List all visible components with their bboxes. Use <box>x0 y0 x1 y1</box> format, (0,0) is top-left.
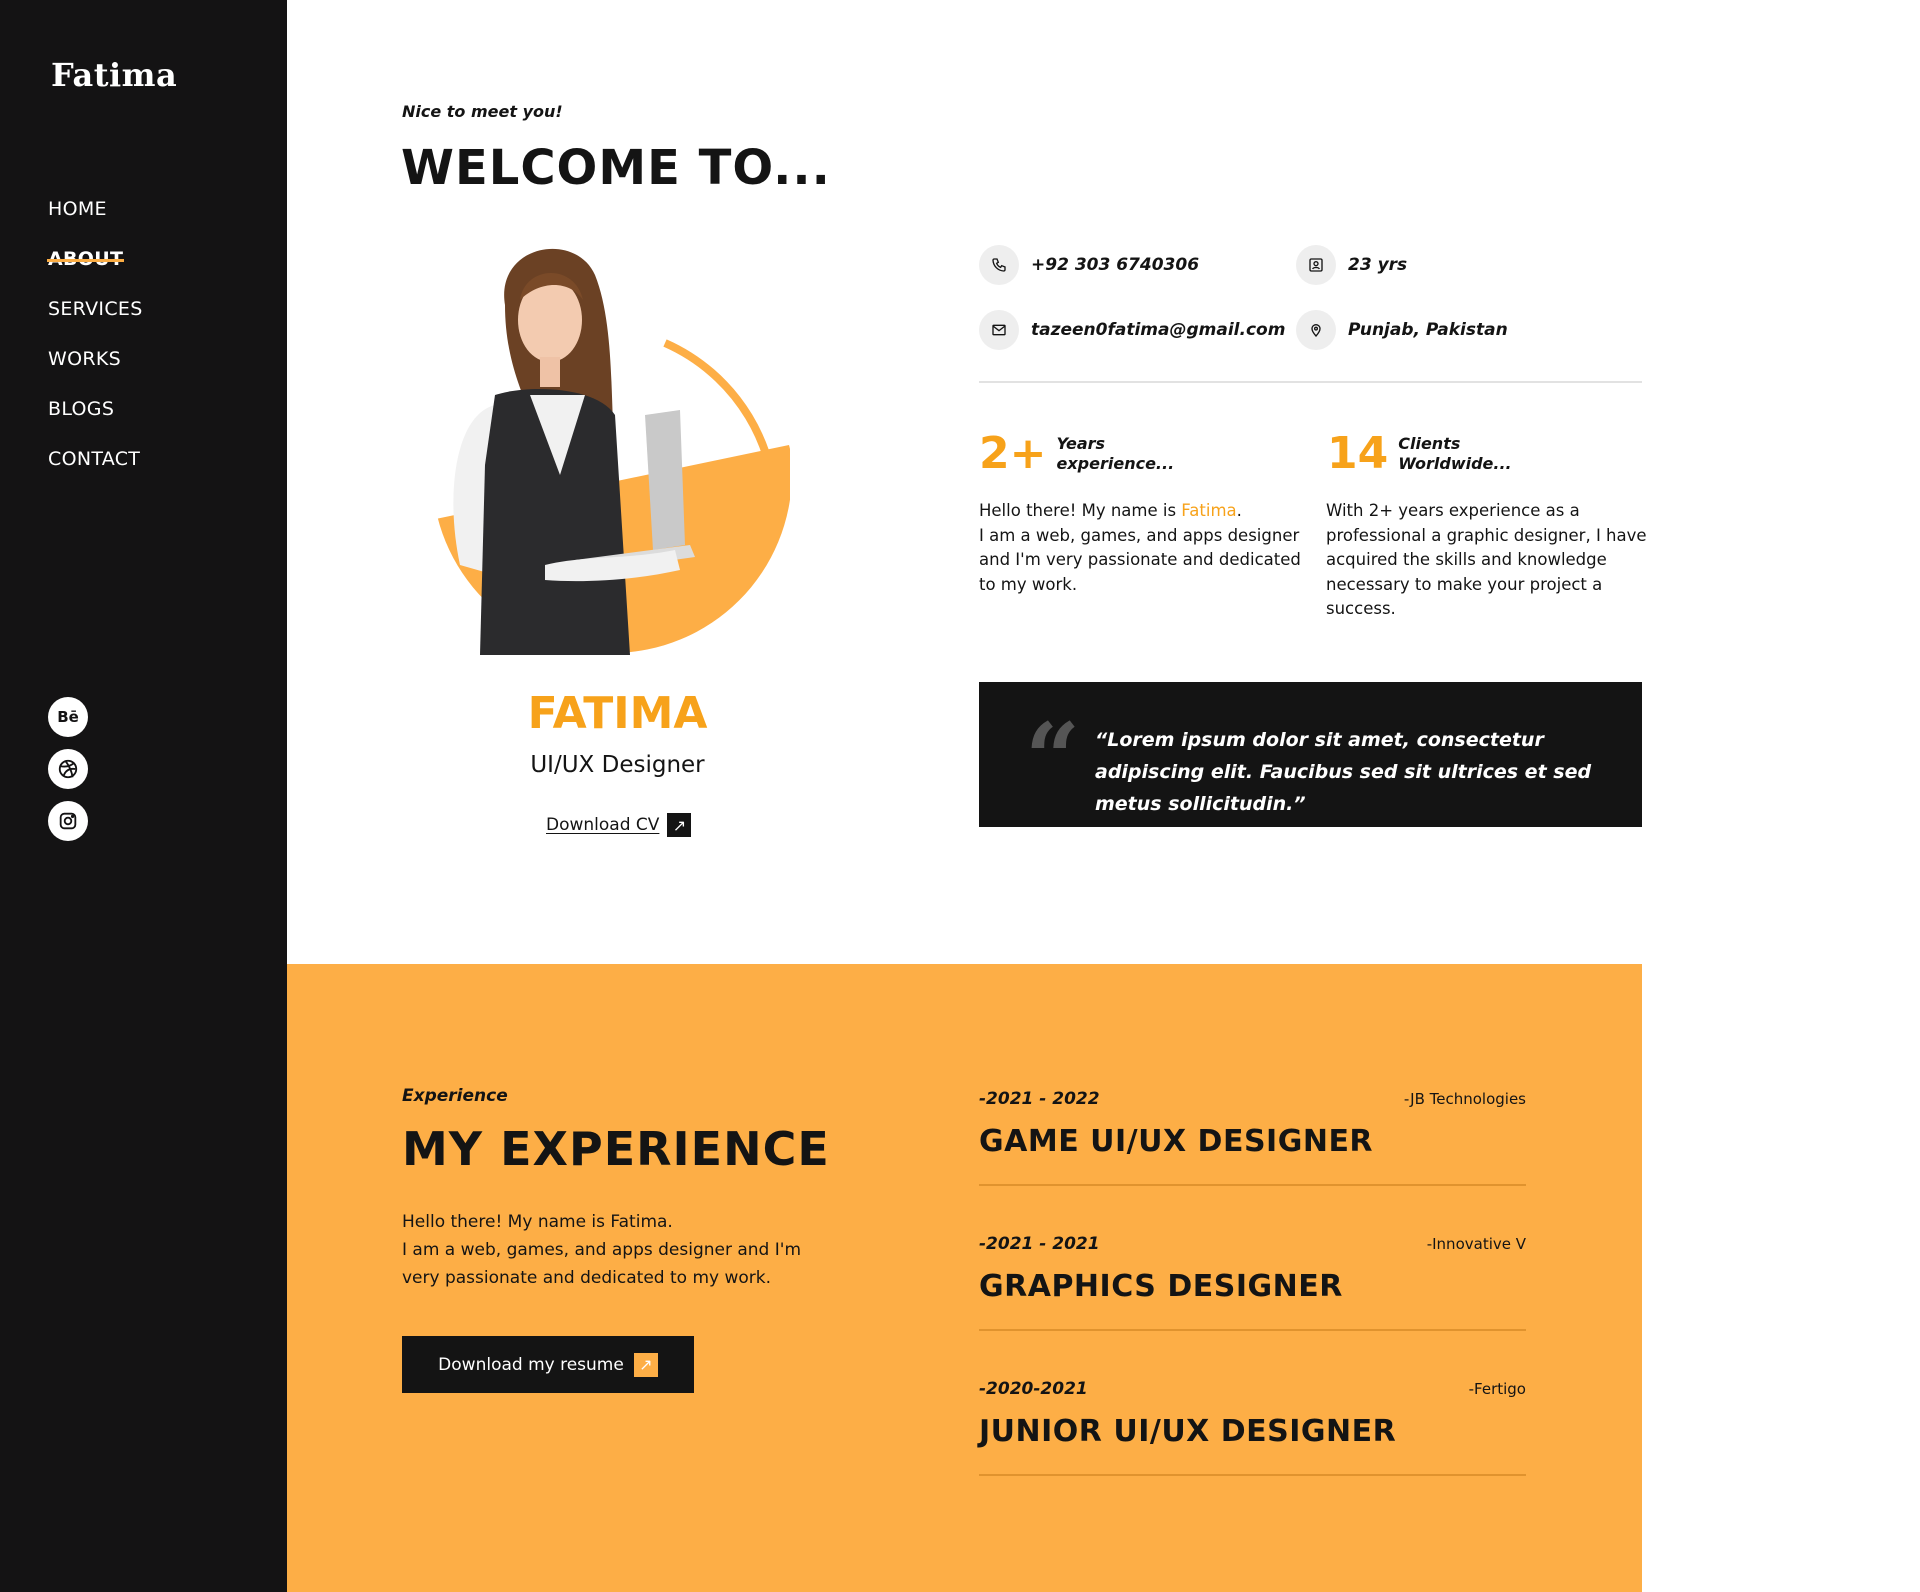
job-title: GAME UI/UX DESIGNER <box>979 1124 1374 1159</box>
arrow-up-right-icon: ↗ <box>633 1352 658 1377</box>
experience-heading: MY EXPERIENCE <box>402 1122 830 1176</box>
profile-role: UI/UX Designer <box>530 752 705 778</box>
phone-icon <box>979 245 1019 285</box>
job-item: -2021 - 2022 -JB Technologies GAME UI/UX… <box>979 1070 1526 1186</box>
job-item: -2020-2021 -Fertigo JUNIOR UI/UX DESIGNE… <box>979 1360 1526 1476</box>
nav-item-works[interactable]: WORKS <box>48 348 143 398</box>
bio-left: Hello there! My name is Fatima. I am a w… <box>979 501 1301 594</box>
stat-years: 2+ Years experience... <box>979 428 1174 479</box>
stat-years-number: 2+ <box>979 428 1047 479</box>
nav-item-services[interactable]: SERVICES <box>48 298 143 348</box>
quote-text: “Lorem ipsum dolor sit amet, consectetur… <box>1095 729 1592 815</box>
info-phone[interactable]: +92 303 6740306 <box>979 245 1199 285</box>
info-divider <box>979 381 1642 383</box>
nav-item-home[interactable]: HOME <box>48 198 143 248</box>
nav-item-about[interactable]: ABOUT <box>48 248 143 298</box>
experience-eyebrow: Experience <box>402 1086 508 1106</box>
location-pin-icon <box>1296 310 1336 350</box>
job-period: -2021 - 2022 <box>979 1089 1100 1109</box>
bio-name-highlight: Fatima <box>1181 501 1237 520</box>
job-period: -2021 - 2021 <box>979 1234 1100 1254</box>
experience-section: Experience MY EXPERIENCE Hello there! My… <box>287 964 1642 1592</box>
behance-icon[interactable]: Bē <box>48 697 88 737</box>
job-company: -Innovative V <box>1426 1235 1526 1253</box>
stat-years-label: Years experience... <box>1056 433 1175 473</box>
stat-clients-label: Clients Worldwide... <box>1398 433 1512 473</box>
download-resume-button[interactable]: Download my resume ↗ <box>402 1336 694 1393</box>
arrow-up-right-icon: ↗ <box>667 813 692 837</box>
location-value: Punjab, Pakistan <box>1348 320 1508 340</box>
nav-item-contact[interactable]: CONTACT <box>48 448 143 498</box>
quote-mark-icon: “ <box>1025 702 1081 815</box>
job-period: -2020-2021 <box>979 1379 1088 1399</box>
user-badge-icon <box>1296 245 1336 285</box>
quote-box: “ “Lorem ipsum dolor sit amet, consectet… <box>979 682 1642 827</box>
download-cv-label: Download CV <box>546 815 660 835</box>
nav-item-blogs[interactable]: BLOGS <box>48 398 143 448</box>
phone-value: +92 303 6740306 <box>1031 255 1200 275</box>
sidebar: Fatima HOME ABOUT SERVICES WORKS BLOGS C… <box>0 0 287 1592</box>
job-title: GRAPHICS DESIGNER <box>979 1269 1343 1304</box>
instagram-icon[interactable] <box>48 801 88 841</box>
hero-heading: WELCOME TO... <box>401 140 831 196</box>
profile-name: FATIMA <box>527 688 708 739</box>
download-resume-label: Download my resume <box>438 1354 624 1375</box>
job-company: -JB Technologies <box>1403 1090 1526 1108</box>
info-age: 23 yrs <box>1296 245 1407 285</box>
mail-icon <box>979 310 1019 350</box>
age-value: 23 yrs <box>1348 255 1408 275</box>
experience-description: Hello there! My name is Fatima. I am a w… <box>402 1212 802 1288</box>
stat-clients-number: 14 <box>1327 428 1389 479</box>
main-nav: HOME ABOUT SERVICES WORKS BLOGS CONTACT <box>48 198 143 498</box>
profile-photo <box>425 245 792 655</box>
download-cv-link[interactable]: Download CV ↗ <box>546 813 692 837</box>
dribbble-icon[interactable] <box>48 749 88 789</box>
hero-eyebrow: Nice to meet you! <box>402 102 563 121</box>
stat-clients: 14 Clients Worldwide... <box>1327 428 1512 479</box>
email-value: tazeen0fatima@gmail.com <box>1031 320 1286 340</box>
job-title: JUNIOR UI/UX DESIGNER <box>979 1414 1397 1449</box>
bio-right: With 2+ years experience as a profession… <box>1326 501 1647 618</box>
info-email[interactable]: tazeen0fatima@gmail.com <box>979 310 1285 350</box>
social-links: Bē <box>48 697 88 853</box>
job-item: -2021 - 2021 -Innovative V GRAPHICS DESI… <box>979 1215 1526 1331</box>
brand-logo[interactable]: Fatima <box>51 56 177 94</box>
job-company: -Fertigo <box>1468 1380 1526 1398</box>
info-location: Punjab, Pakistan <box>1296 310 1508 350</box>
